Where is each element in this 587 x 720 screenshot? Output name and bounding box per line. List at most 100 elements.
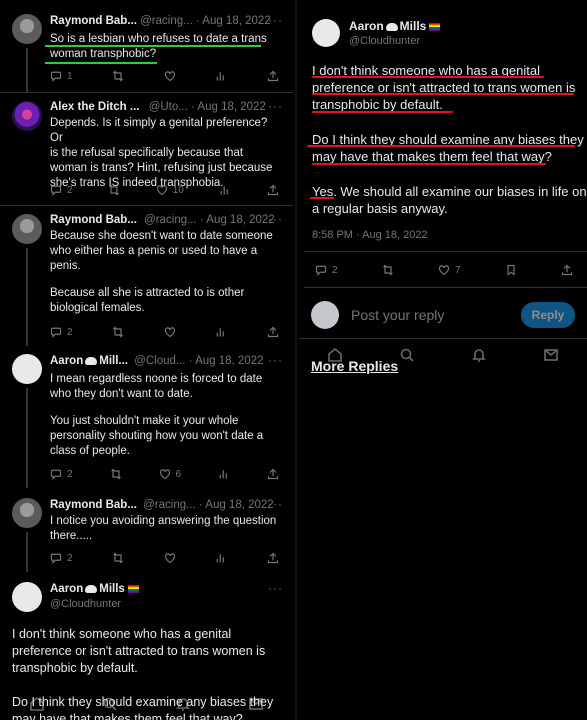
avatar[interactable] xyxy=(12,101,42,131)
views-action[interactable] xyxy=(218,467,230,481)
avatar[interactable] xyxy=(12,582,42,612)
tweet-line: is the refusal specifically because that xyxy=(50,147,244,159)
like-action[interactable] xyxy=(164,325,176,339)
avatar[interactable] xyxy=(12,498,42,528)
search-icon[interactable] xyxy=(102,696,118,712)
thread-line xyxy=(26,388,28,488)
reply-count: 2 xyxy=(332,264,338,276)
like-icon xyxy=(156,185,167,196)
retweet-icon xyxy=(109,184,120,196)
more-replies-link[interactable]: More Replies xyxy=(311,358,398,374)
retweet-action[interactable] xyxy=(110,467,122,481)
tweet-line: preference or isn't attracted to trans w… xyxy=(12,644,266,658)
retweet-action[interactable] xyxy=(382,263,394,277)
share-action[interactable] xyxy=(267,551,279,565)
author-name[interactable]: Aaron xyxy=(50,355,83,367)
reply-count: 2 xyxy=(67,326,73,338)
reply-action[interactable]: 2 xyxy=(50,467,73,481)
reply-action[interactable]: 2 xyxy=(50,183,73,197)
more-icon[interactable]: ··· xyxy=(268,581,283,595)
author-name[interactable]: Raymond Bab... xyxy=(50,15,137,27)
author-name-suffix[interactable]: Mills xyxy=(400,19,427,33)
panel-divider xyxy=(295,0,297,720)
bookmark-action[interactable] xyxy=(505,263,517,277)
reply-button[interactable]: Reply xyxy=(521,302,575,328)
tweet-line: penis. xyxy=(50,260,81,272)
home-icon[interactable] xyxy=(29,696,45,712)
tweet-text: Because she doesn't want to date someone… xyxy=(50,229,279,316)
bookmark-icon xyxy=(507,264,515,276)
search-icon[interactable] xyxy=(399,347,415,363)
retweet-action[interactable] xyxy=(108,183,120,197)
timestamp[interactable]: 8:58 PM · Aug 18, 2022 xyxy=(312,229,428,241)
like-action[interactable]: 7 xyxy=(438,263,461,277)
notifications-icon[interactable] xyxy=(175,696,191,712)
avatar[interactable] xyxy=(312,19,340,47)
reply-composer: Post your reply Reply xyxy=(311,301,575,331)
tweet-5[interactable]: Raymond Bab... @racing... · Aug 18, 2022… xyxy=(0,488,293,572)
more-icon[interactable]: ··· xyxy=(268,212,283,226)
author-meta: @racing... · Aug 18, 2022 xyxy=(143,499,274,511)
reply-action[interactable]: 2 xyxy=(50,325,73,339)
like-action[interactable] xyxy=(164,551,176,565)
avatar[interactable] xyxy=(12,214,42,244)
views-action[interactable] xyxy=(215,551,227,565)
more-icon[interactable]: ··· xyxy=(268,353,283,367)
reply-icon xyxy=(50,327,62,338)
tweet-line: there..... xyxy=(50,530,93,542)
views-action[interactable] xyxy=(215,325,227,339)
author-name[interactable]: Raymond Bab... xyxy=(50,499,137,511)
more-icon[interactable]: ··· xyxy=(268,497,283,511)
tweet-4[interactable]: Aaron Mill... @Cloud... · Aug 18, 2022 ··… xyxy=(0,346,293,488)
more-icon[interactable]: ··· xyxy=(268,13,283,27)
author-name[interactable]: Alex the Ditch ... xyxy=(50,101,139,113)
retweet-action[interactable] xyxy=(112,325,124,339)
views-action[interactable] xyxy=(219,183,231,197)
views-icon xyxy=(217,328,225,337)
more-icon[interactable]: ··· xyxy=(268,99,283,113)
tweet-line xyxy=(50,274,279,286)
tweet-line: personality shouting how you won't date … xyxy=(50,430,264,442)
notifications-icon[interactable] xyxy=(471,347,487,363)
divider xyxy=(304,287,587,288)
like-action[interactable]: 6 xyxy=(159,467,181,481)
highlight-underline xyxy=(312,93,574,95)
highlight-underline xyxy=(307,145,575,147)
tweet-3[interactable]: Raymond Bab... @racing... · Aug 18, 2022… xyxy=(0,206,293,346)
share-action[interactable] xyxy=(267,467,279,481)
share-action[interactable] xyxy=(267,325,279,339)
thread-line xyxy=(26,532,28,572)
messages-icon[interactable] xyxy=(543,347,559,363)
cloud-icon xyxy=(85,356,98,365)
like-icon xyxy=(164,553,175,564)
retweet-action[interactable] xyxy=(112,551,124,565)
highlight-underline xyxy=(312,111,453,113)
messages-icon[interactable] xyxy=(248,696,264,712)
tweet-actions: 2 xyxy=(50,325,279,339)
author-name-suffix[interactable]: Mills xyxy=(99,583,125,595)
avatar[interactable] xyxy=(12,14,42,44)
author-name[interactable]: Raymond Bab... xyxy=(50,214,137,226)
reply-action[interactable]: 2 xyxy=(50,551,73,565)
tweet-2[interactable]: Alex the Ditch ... @Uto... · Aug 18, 202… xyxy=(0,93,293,205)
like-action[interactable]: 10 xyxy=(156,183,184,197)
author-name[interactable]: Aaron xyxy=(50,583,83,595)
avatar[interactable] xyxy=(12,354,42,384)
tweet-1[interactable]: Raymond Bab... @racing... · Aug 18, 2022… xyxy=(0,0,293,92)
like-count: 7 xyxy=(455,264,461,276)
share-action[interactable] xyxy=(267,69,279,83)
like-action[interactable] xyxy=(164,69,176,83)
views-action[interactable] xyxy=(215,69,227,83)
reply-count: 2 xyxy=(67,468,73,480)
share-action[interactable] xyxy=(267,183,279,197)
author-name[interactable]: Aaron xyxy=(349,19,384,33)
views-icon xyxy=(221,186,229,195)
share-action[interactable] xyxy=(561,263,573,277)
author-name-suffix[interactable]: Mill... xyxy=(99,355,128,367)
retweet-action[interactable] xyxy=(112,69,124,83)
like-icon xyxy=(164,71,175,82)
reply-action[interactable]: 2 xyxy=(315,263,338,277)
reply-action[interactable]: 1 xyxy=(50,69,73,83)
reply-input[interactable]: Post your reply xyxy=(351,307,444,323)
focus-tweet-left[interactable]: Aaron Mills @Cloudhunter ··· I don't thin… xyxy=(0,572,293,720)
